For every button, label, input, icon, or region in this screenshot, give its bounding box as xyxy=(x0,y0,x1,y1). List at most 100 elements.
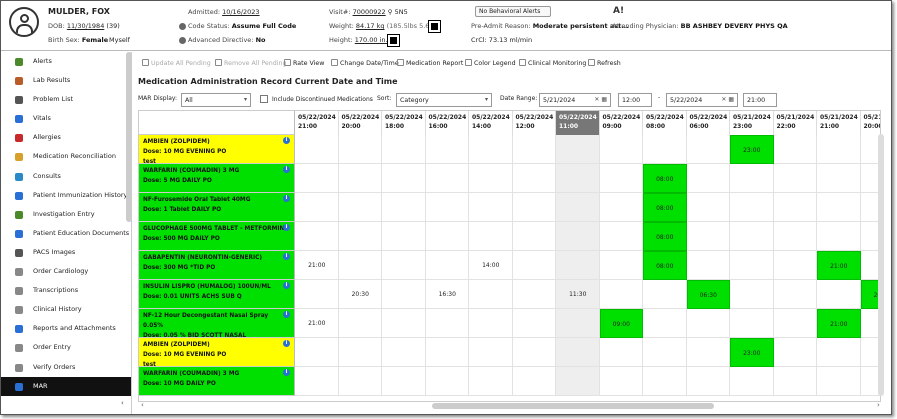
grid-cell[interactable] xyxy=(295,193,339,222)
grid-cell[interactable] xyxy=(817,193,861,222)
column-header[interactable]: 05/22/2024 06:00 xyxy=(686,111,730,135)
sort-select[interactable]: Category ▾ xyxy=(396,93,492,107)
grid-cell[interactable] xyxy=(686,135,730,164)
grid-cell[interactable] xyxy=(512,251,556,280)
calendar-icon[interactable]: ✕ ▦ xyxy=(721,96,734,103)
grid-cell[interactable] xyxy=(295,280,339,309)
column-header[interactable]: 05/21/2024 20:00 xyxy=(860,111,880,135)
medication-cell[interactable]: GLUCOPHAGE 500MG TABLET - METFORMIN Dose:… xyxy=(139,222,295,251)
grid-cell[interactable] xyxy=(512,309,556,338)
column-header[interactable]: 05/22/2024 21:00 xyxy=(295,111,339,135)
column-header[interactable]: 05/22/2024 08:00 xyxy=(643,111,687,135)
grid-horizontal-scrollbar[interactable] xyxy=(432,403,714,409)
info-icon[interactable]: i xyxy=(283,340,290,347)
grid-cell[interactable] xyxy=(295,367,339,396)
grid-cell[interactable] xyxy=(556,193,600,222)
sidebar-item[interactable]: MAR xyxy=(1,376,131,396)
scheduled-dose[interactable]: 23:00 xyxy=(730,135,774,164)
grid-cell[interactable] xyxy=(643,338,687,367)
grid-cell[interactable] xyxy=(599,222,643,251)
grid-cell[interactable] xyxy=(556,251,600,280)
medication-report-button[interactable]: Medication Report xyxy=(397,59,463,67)
grid-cell[interactable] xyxy=(338,193,382,222)
grid-cell[interactable] xyxy=(469,193,513,222)
grid-cell[interactable] xyxy=(599,193,643,222)
grid-cell[interactable] xyxy=(686,338,730,367)
medication-cell[interactable]: GABAPENTIN (NEURONTIN-GENERIC) Dose: 300 … xyxy=(139,251,295,280)
grid-cell[interactable] xyxy=(556,338,600,367)
grid-cell[interactable] xyxy=(295,135,339,164)
grid-cell[interactable] xyxy=(686,222,730,251)
grid-cell[interactable] xyxy=(643,367,687,396)
sidebar-item[interactable]: Patient Immunization History xyxy=(1,186,131,205)
grid-cell[interactable] xyxy=(730,193,774,222)
scheduled-dose[interactable]: 09:00 xyxy=(599,309,643,338)
grid-cell[interactable] xyxy=(817,367,861,396)
grid-cell[interactable] xyxy=(686,193,730,222)
sidebar-item[interactable]: Alerts xyxy=(1,52,131,71)
grid-cell[interactable] xyxy=(643,280,687,309)
grid-cell[interactable] xyxy=(817,280,861,309)
grid-cell[interactable] xyxy=(686,251,730,280)
sidebar-item[interactable]: Vitals xyxy=(1,109,131,128)
grid-cell[interactable] xyxy=(469,164,513,193)
grid-cell[interactable] xyxy=(338,309,382,338)
grid-cell[interactable] xyxy=(425,367,469,396)
grid-cell[interactable] xyxy=(817,135,861,164)
grid-cell[interactable] xyxy=(338,367,382,396)
grid-cell[interactable] xyxy=(469,135,513,164)
column-header[interactable]: 05/21/2024 22:00 xyxy=(773,111,817,135)
grid-vertical-scrollbar[interactable] xyxy=(878,134,884,396)
grid-cell[interactable] xyxy=(556,309,600,338)
start-date-input[interactable]: 5/21/2024 ✕ ▦ xyxy=(539,93,611,107)
update-all-pending-button[interactable]: Update All Pending xyxy=(142,59,211,67)
grid-cell[interactable] xyxy=(730,251,774,280)
grid-cell[interactable] xyxy=(643,309,687,338)
grid-cell[interactable] xyxy=(338,135,382,164)
behavioral-alerts-badge[interactable]: No Behavioral Alerts xyxy=(475,6,551,17)
grid-cell[interactable] xyxy=(425,193,469,222)
grid-cell[interactable] xyxy=(556,222,600,251)
grid-cell[interactable] xyxy=(469,367,513,396)
remove-all-pending-button[interactable]: Remove All Pending xyxy=(215,59,287,67)
scheduled-dose[interactable]: 21:00 xyxy=(817,309,861,338)
grid-cell[interactable] xyxy=(469,338,513,367)
scheduled-dose[interactable]: 08:00 xyxy=(643,193,687,222)
info-icon[interactable]: i xyxy=(283,137,290,144)
grid-cell[interactable] xyxy=(773,367,817,396)
grid-cell[interactable] xyxy=(382,135,426,164)
info-icon[interactable]: i xyxy=(283,369,290,376)
sidebar-item[interactable]: Order Cardiology xyxy=(1,262,131,281)
include-discontinued-checkbox[interactable] xyxy=(260,95,268,103)
grid-cell[interactable] xyxy=(817,222,861,251)
sidebar-scroll-down-icon[interactable]: ‹ xyxy=(121,399,124,407)
grid-cell[interactable] xyxy=(599,367,643,396)
column-header[interactable]: 05/22/2024 14:00 xyxy=(469,111,513,135)
sidebar-item[interactable]: Reports and Attachments xyxy=(1,319,131,338)
grid-cell[interactable] xyxy=(730,164,774,193)
dob-link[interactable]: 11/30/1984 xyxy=(67,22,104,30)
scheduled-dose[interactable]: 16:30 xyxy=(426,280,470,309)
grid-cell[interactable] xyxy=(730,309,774,338)
color-legend-button[interactable]: Color Legend xyxy=(465,59,516,67)
grid-cell[interactable] xyxy=(643,135,687,164)
grid-cell[interactable] xyxy=(773,251,817,280)
grid-cell[interactable] xyxy=(773,193,817,222)
grid-cell[interactable] xyxy=(338,338,382,367)
grid-cell[interactable] xyxy=(469,309,513,338)
grid-cell[interactable] xyxy=(512,135,556,164)
mar-display-select[interactable]: All ▾ xyxy=(181,93,251,107)
sidebar-item[interactable]: Transcriptions xyxy=(1,281,131,300)
grid-cell[interactable] xyxy=(512,367,556,396)
sidebar-item[interactable]: Investigation Entry xyxy=(1,205,131,224)
grid-cell[interactable] xyxy=(382,193,426,222)
column-header[interactable]: 05/22/2024 12:00 xyxy=(512,111,556,135)
grid-cell[interactable] xyxy=(512,280,556,309)
grid-cell[interactable] xyxy=(773,309,817,338)
column-header[interactable]: 05/22/2024 16:00 xyxy=(425,111,469,135)
grid-cell[interactable] xyxy=(730,280,774,309)
info-icon[interactable]: i xyxy=(283,224,290,231)
grid-cell[interactable] xyxy=(599,251,643,280)
grid-cell[interactable] xyxy=(773,338,817,367)
grid-cell[interactable] xyxy=(382,367,426,396)
